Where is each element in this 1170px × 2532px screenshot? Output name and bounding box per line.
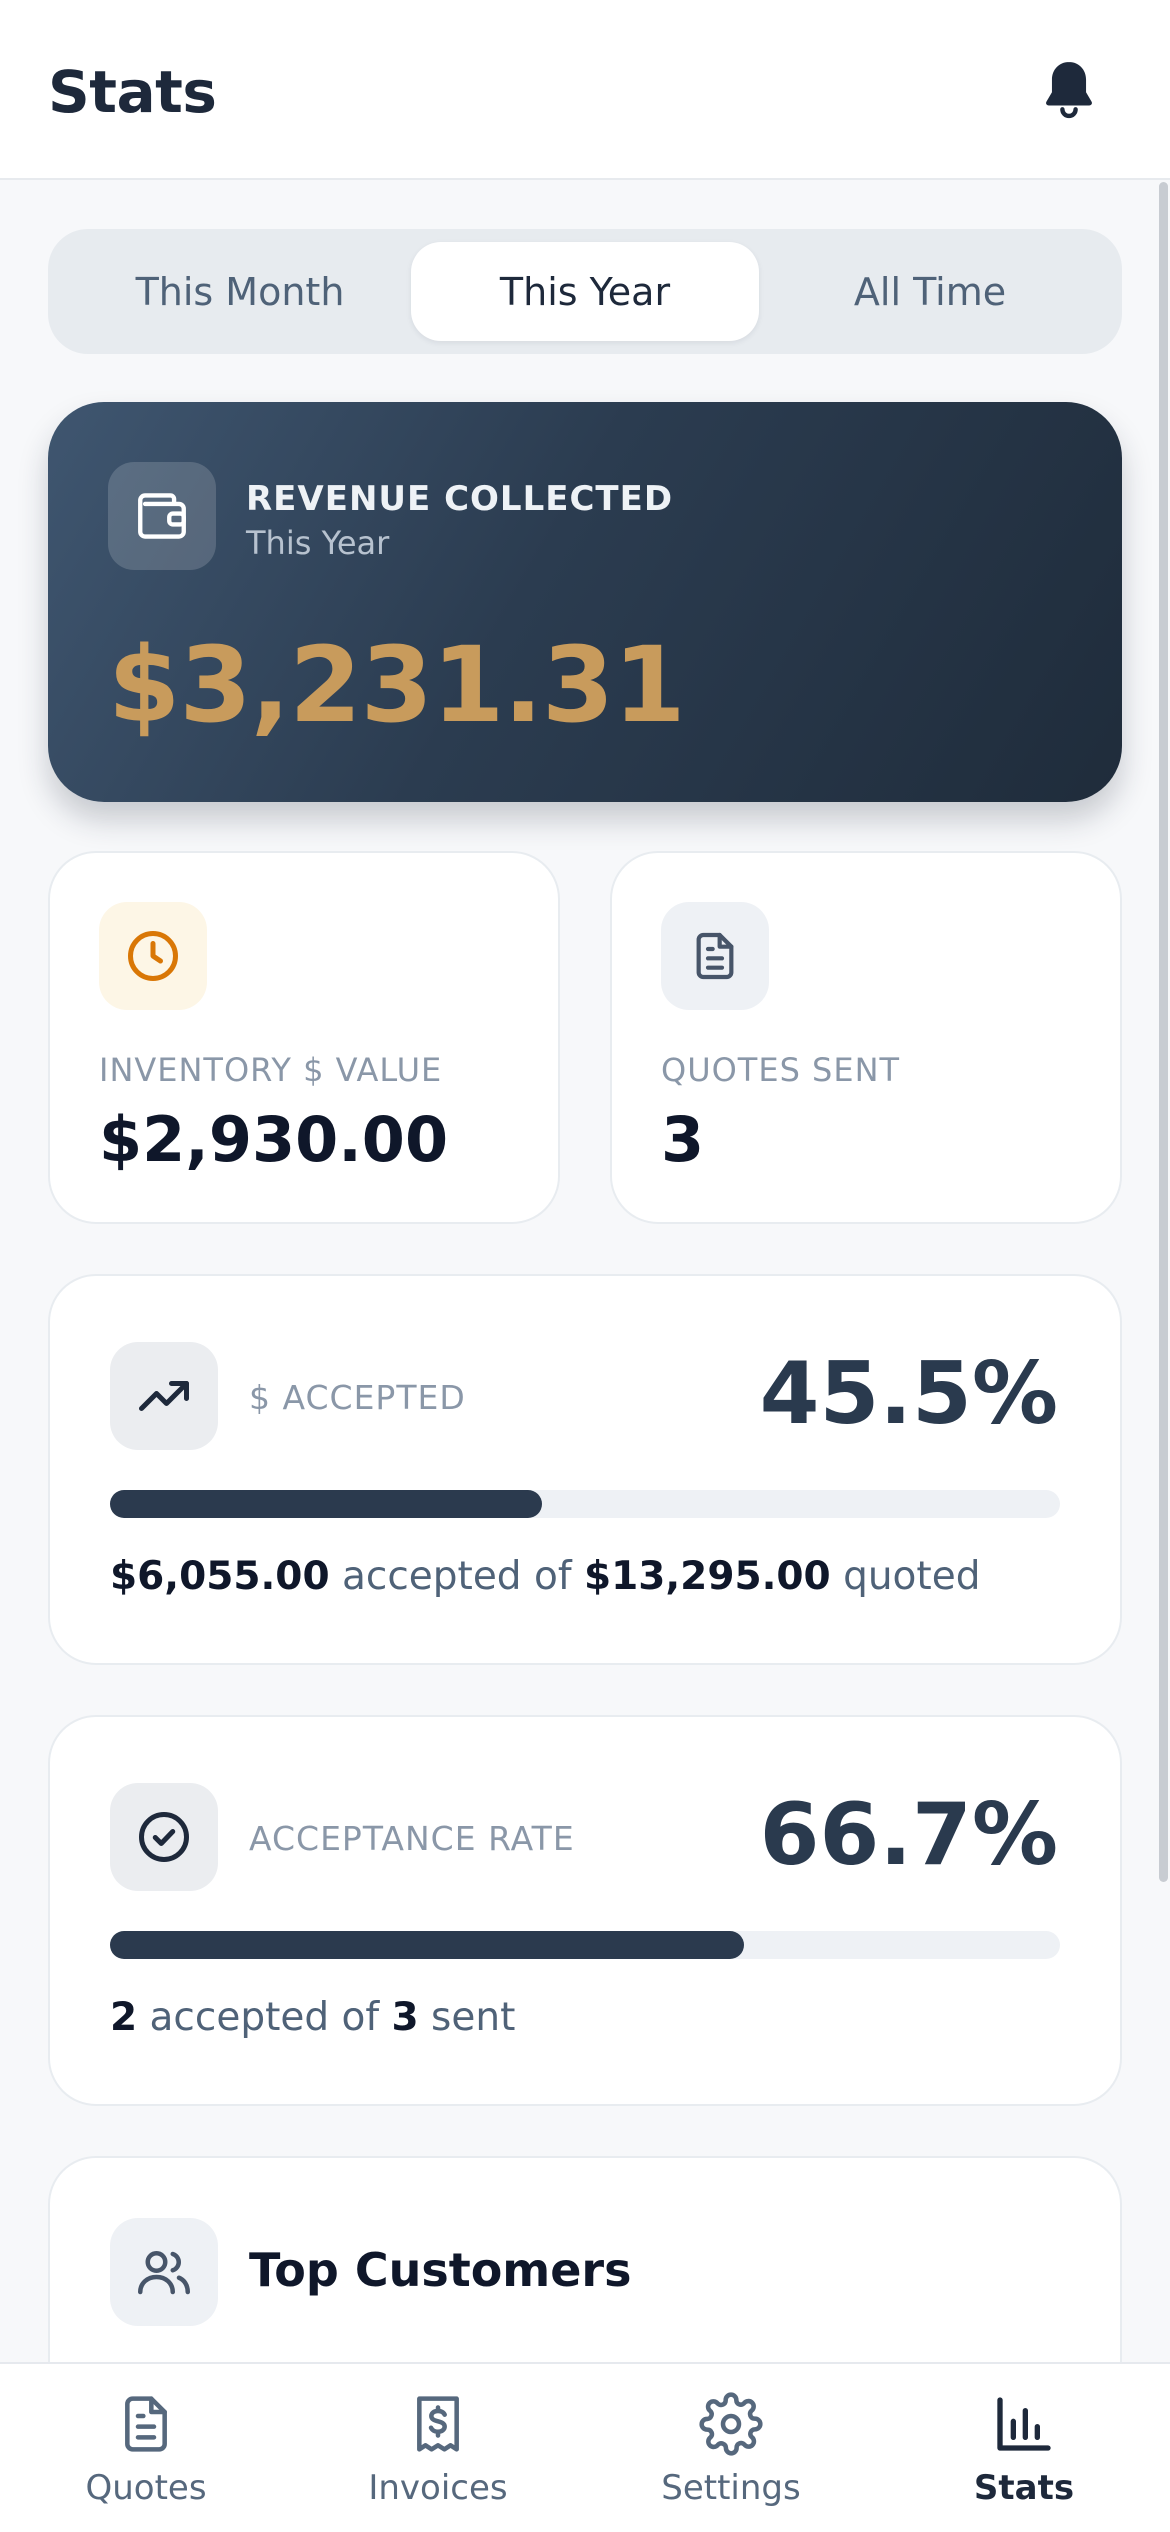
accepted-amount: $6,055.00 — [110, 1554, 330, 1599]
nav-settings-label: Settings — [661, 2468, 801, 2508]
revenue-card: REVENUE COLLECTED This Year $3,231.31 — [48, 402, 1122, 802]
dollar-accepted-percent: 45.5% — [759, 1344, 1058, 1444]
trending-up-icon — [110, 1342, 218, 1450]
acceptance-rate-label: ACCEPTANCE RATE — [249, 1819, 575, 1858]
accepted-of-text: accepted of — [137, 1995, 392, 2040]
nav-quotes[interactable]: Quotes — [0, 2364, 292, 2532]
sent-count: 3 — [391, 1995, 419, 2040]
gear-icon — [699, 2392, 763, 2456]
document-icon — [661, 902, 769, 1010]
quotes-sent-card: QUOTES SENT 3 — [610, 851, 1122, 1224]
acceptance-rate-progress-fill — [110, 1931, 744, 1959]
document-icon — [125, 2396, 167, 2452]
nav-stats-label: Stats — [973, 2468, 1075, 2508]
tab-this-year[interactable]: This Year — [411, 242, 759, 341]
bell-icon[interactable] — [1036, 56, 1102, 122]
period-segmented-control: This Month This Year All Time — [48, 229, 1122, 354]
nav-invoices-label: Invoices — [368, 2468, 508, 2508]
accepted-count: 2 — [110, 1995, 138, 2040]
sent-text: sent — [418, 1995, 516, 2040]
bar-chart-icon — [997, 2397, 1051, 2451]
scrollbar[interactable] — [1159, 182, 1168, 1882]
dollar-accepted-card: $ ACCEPTED 45.5% $6,055.00 accepted of $… — [48, 1274, 1122, 1665]
acceptance-rate-progress — [110, 1931, 1060, 1959]
clock-icon — [99, 902, 207, 1010]
inventory-value: $2,930.00 — [99, 1103, 449, 1176]
quoted-text: quoted — [830, 1554, 981, 1599]
check-circle-icon — [110, 1783, 218, 1891]
acceptance-rate-card: ACCEPTANCE RATE 66.7% 2 accepted of 3 se… — [48, 1715, 1122, 2106]
users-icon — [110, 2218, 218, 2326]
nav-invoices[interactable]: Invoices — [292, 2364, 584, 2532]
quotes-sent-label: QUOTES SENT — [661, 1051, 901, 1089]
quoted-amount: $13,295.00 — [583, 1554, 831, 1599]
bottom-navigation: Quotes Invoices Settings Stats — [0, 2362, 1170, 2532]
wallet-icon — [108, 462, 216, 570]
nav-quotes-label: Quotes — [85, 2468, 207, 2508]
revenue-label: REVENUE COLLECTED — [246, 479, 674, 519]
dollar-accepted-label: $ ACCEPTED — [249, 1378, 466, 1417]
inventory-value-card: INVENTORY $ VALUE $2,930.00 — [48, 851, 560, 1224]
tab-this-month[interactable]: This Month — [66, 242, 414, 341]
nav-settings[interactable]: Settings — [585, 2364, 877, 2532]
tab-all-time[interactable]: All Time — [756, 242, 1104, 341]
top-customers-title: Top Customers — [249, 2243, 632, 2297]
acceptance-rate-percent: 66.7% — [759, 1785, 1058, 1885]
inventory-label: INVENTORY $ VALUE — [99, 1051, 443, 1089]
app-header: Stats — [0, 0, 1170, 180]
dollar-accepted-description: $6,055.00 accepted of $13,295.00 quoted — [110, 1554, 980, 1599]
quotes-sent-value: 3 — [661, 1103, 705, 1176]
acceptance-rate-description: 2 accepted of 3 sent — [110, 1995, 515, 2040]
receipt-icon — [417, 2396, 459, 2452]
dollar-accepted-progress-fill — [110, 1490, 543, 1518]
nav-stats[interactable]: Stats — [878, 2364, 1170, 2532]
revenue-period: This Year — [246, 524, 390, 562]
dollar-accepted-progress — [110, 1490, 1060, 1518]
page-title: Stats — [48, 58, 217, 126]
revenue-amount: $3,231.31 — [108, 624, 686, 746]
accepted-of-text: accepted of — [329, 1554, 584, 1599]
